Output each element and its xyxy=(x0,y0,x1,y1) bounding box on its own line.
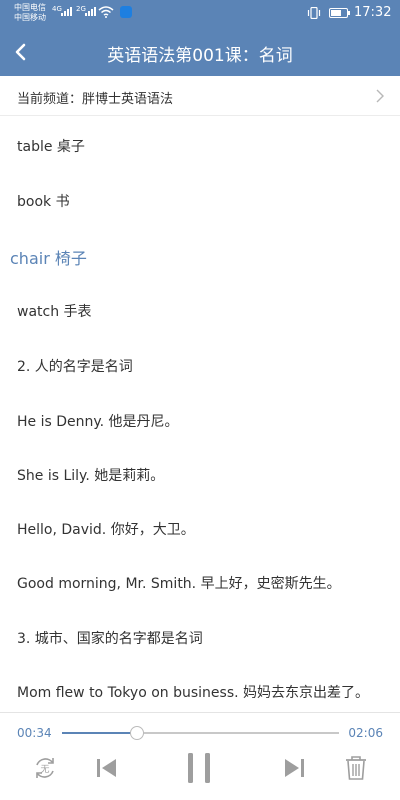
signal-icon-2 xyxy=(85,7,96,16)
skip-next-icon xyxy=(285,759,304,777)
transcript-line[interactable]: book 书 xyxy=(17,191,70,211)
page-title: 英语语法第001课：名词 xyxy=(107,46,293,66)
status-bar: 中国电信 中国移动 4G 2G 17:32 xyxy=(0,0,400,28)
channel-row[interactable]: 当前频道：胖博士英语语法 xyxy=(0,76,400,116)
pause-button[interactable] xyxy=(185,753,215,783)
previous-button[interactable] xyxy=(92,753,122,783)
header: 英语语法第001课：名词 xyxy=(0,28,400,76)
transcript-line[interactable]: table 桌子 xyxy=(17,136,85,156)
carrier-2: 中国移动 xyxy=(14,13,46,22)
trash-icon xyxy=(346,756,366,780)
transcript-list[interactable]: table 桌子 book 书 chair 椅子 watch 手表 2. 人的名… xyxy=(0,116,400,712)
transcript-line[interactable]: Good morning, Mr. Smith. 早上好，史密斯先生。 xyxy=(17,573,341,593)
carrier-labels: 中国电信 中国移动 xyxy=(14,3,46,23)
audio-player: 00:34 02:06 无 xyxy=(0,712,400,800)
transcript-line[interactable]: Mom flew to Tokyo on business. 妈妈去东京出差了。 xyxy=(17,682,369,702)
elapsed-time: 00:34 xyxy=(17,726,52,740)
security-app-icon xyxy=(120,6,132,18)
transcript-line[interactable]: Hello, David. 你好，大卫。 xyxy=(17,519,195,539)
transcript-line[interactable]: 3. 城市、国家的名字都是名词 xyxy=(17,628,203,648)
progress-thumb[interactable] xyxy=(129,726,144,740)
transcript-line[interactable]: 2. 人的名字是名词 xyxy=(17,356,133,376)
transcript-line-current[interactable]: chair 椅子 xyxy=(10,245,87,269)
next-button[interactable] xyxy=(279,753,309,783)
transcript-line[interactable]: watch 手表 xyxy=(17,301,92,321)
transcript-line[interactable]: He is Denny. 他是丹尼。 xyxy=(17,411,179,431)
pause-icon xyxy=(188,753,210,783)
progress-fill xyxy=(62,732,137,734)
battery-icon xyxy=(329,8,350,18)
skip-previous-icon xyxy=(97,759,116,777)
vibrate-icon xyxy=(307,7,321,19)
play-mode-button[interactable]: 无 xyxy=(30,753,60,783)
status-time: 17:32 xyxy=(354,5,392,20)
delete-button[interactable] xyxy=(341,753,371,783)
carrier-1: 中国电信 xyxy=(14,3,46,12)
signal-icon xyxy=(61,7,72,16)
repeat-mode-label: 无 xyxy=(40,764,49,775)
total-time: 02:06 xyxy=(348,726,383,740)
progress-slider[interactable] xyxy=(62,726,339,740)
transcript-line[interactable]: She is Lily. 她是莉莉。 xyxy=(17,465,164,485)
repeat-none-icon: 无 xyxy=(36,758,54,778)
wifi-icon xyxy=(98,6,114,18)
channel-label: 当前频道：胖博士英语语法 xyxy=(17,92,174,107)
chevron-right-icon xyxy=(376,89,384,103)
